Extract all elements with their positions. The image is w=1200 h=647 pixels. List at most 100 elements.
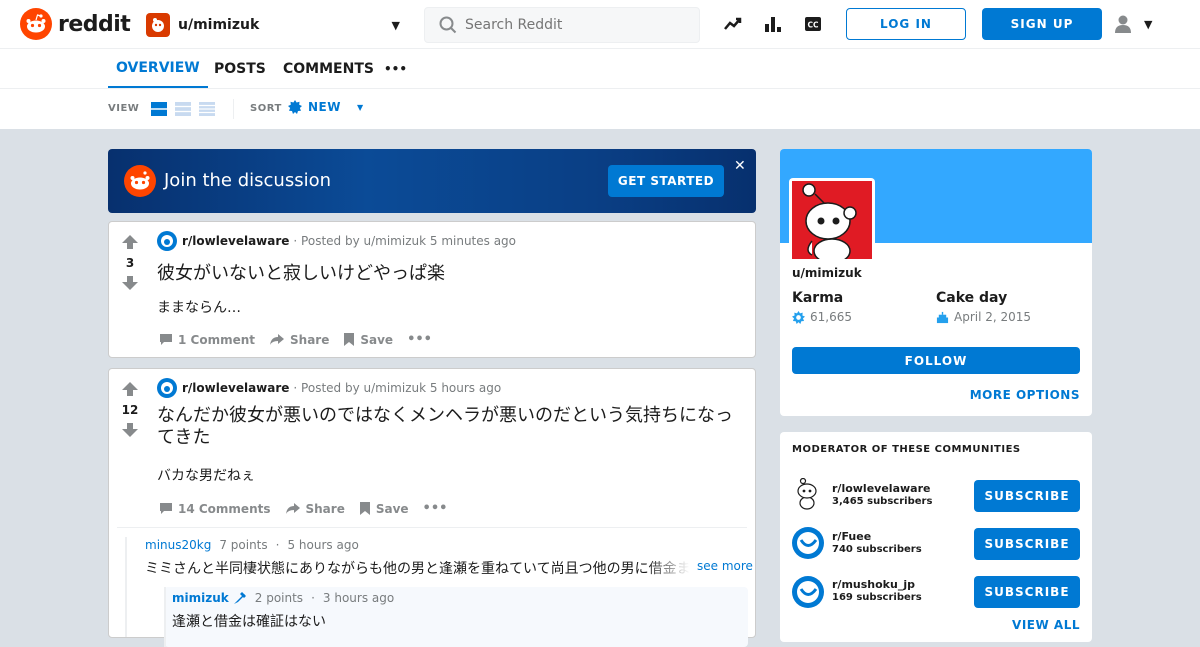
community-subs: 3,465 subscribers — [832, 496, 933, 507]
vote-count: 3 — [125, 256, 135, 270]
compact-view-icon[interactable] — [198, 101, 216, 117]
karma-label: Karma — [792, 290, 844, 306]
post-body: ままならん… — [157, 300, 241, 316]
profile-username: u/mimizuk — [792, 266, 862, 280]
cakeday-label: Cake day — [936, 290, 1008, 306]
more-options-icon[interactable]: ••• — [407, 332, 432, 347]
community-name[interactable]: r/lowlevelaware — [832, 482, 930, 495]
user-dropdown[interactable]: u/mimizuk ▼ — [146, 12, 400, 38]
reddit-logo[interactable]: reddit — [20, 8, 131, 40]
comments-button[interactable]: 14 Comments — [159, 502, 271, 516]
follow-button[interactable]: FOLLOW — [792, 347, 1080, 374]
save-button[interactable]: Save — [359, 501, 409, 516]
search-box[interactable] — [424, 7, 700, 43]
save-button[interactable]: Save — [343, 332, 393, 347]
community-subs: 169 subscribers — [832, 592, 922, 603]
svg-text:CC: CC — [807, 21, 819, 30]
post-body: バカな男だねぇ — [157, 468, 255, 484]
tab-comments[interactable]: COMMENTS — [275, 49, 382, 88]
post-title[interactable]: なんだか彼女が悪いのではなくメンヘラが悪いのだという気持ちになってきた — [157, 405, 747, 449]
karma-value-row: 61,665 — [792, 310, 852, 324]
classic-view-icon[interactable] — [174, 101, 192, 117]
subreddit-icon[interactable] — [157, 378, 177, 398]
comment-meta: minus20kg 7 points · 5 hours ago — [145, 538, 359, 552]
share-button[interactable]: Share — [269, 333, 329, 347]
moderator-title: MODERATOR OF THESE COMMUNITIES — [792, 444, 1021, 455]
trending-icon[interactable] — [724, 15, 742, 33]
search-input[interactable] — [465, 17, 685, 33]
downvote-icon[interactable] — [121, 275, 139, 291]
tab-overview[interactable]: OVERVIEW — [108, 49, 208, 88]
get-started-button[interactable]: GET STARTED — [608, 165, 724, 197]
comment-author[interactable]: mimizuk — [172, 591, 229, 605]
divider — [233, 99, 234, 119]
share-button[interactable]: Share — [285, 502, 345, 516]
share-icon — [285, 503, 300, 514]
sort-dropdown[interactable]: NEW ▼ — [288, 100, 363, 114]
banner-text: Join the discussion — [164, 170, 332, 191]
moderator-card: MODERATOR OF THESE COMMUNITIES r/lowleve… — [780, 432, 1092, 642]
signup-button[interactable]: SIGN UP — [982, 8, 1102, 40]
subscribe-button[interactable]: SUBSCRIBE — [974, 528, 1080, 560]
comment-text: ミミさんと半同棲状態にありながらも他の男と逢瀬を重ねていて尚且つ他の男に借金まで — [145, 561, 690, 577]
community-icon — [792, 527, 824, 559]
view-sort-bar: VIEW SORT NEW ▼ — [0, 89, 1200, 129]
subscribe-button[interactable]: SUBSCRIBE — [974, 576, 1080, 608]
tab-posts[interactable]: POSTS — [206, 49, 274, 88]
stats-icon[interactable] — [764, 15, 782, 33]
search-icon — [439, 16, 457, 34]
comments-button[interactable]: 1 Comment — [159, 333, 255, 347]
comment-time: 3 hours ago — [322, 591, 395, 605]
community-name[interactable]: r/mushoku_jp — [832, 578, 915, 591]
bookmark-icon — [359, 502, 370, 515]
sort-label: SORT — [250, 103, 282, 114]
comments-label: 1 Comment — [178, 332, 256, 347]
karma-value: 61,665 — [810, 310, 852, 324]
user-menu[interactable]: ▼ — [1114, 14, 1152, 34]
snoo-avatar-icon — [792, 181, 872, 264]
posted-by: · Posted by u/mimizuk 5 hours ago — [293, 381, 502, 395]
karma-icon — [792, 310, 805, 324]
comment-points: 7 points — [219, 538, 268, 552]
profile-tabs: OVERVIEW POSTS COMMENTS ••• — [0, 49, 1200, 89]
user-icon — [1115, 15, 1131, 33]
save-label: Save — [375, 501, 409, 516]
cakeday-value-row: April 2, 2015 — [936, 310, 1031, 324]
top-header: reddit u/mimizuk ▼ CC LOG IN SIGN UP ▼ — [0, 0, 1200, 49]
subscribe-button[interactable]: SUBSCRIBE — [974, 480, 1080, 512]
view-label: VIEW — [108, 103, 140, 114]
more-tabs-button[interactable]: ••• — [378, 49, 413, 88]
more-options-link[interactable]: MORE OPTIONS — [970, 388, 1080, 402]
chevron-down-icon: ▼ — [356, 102, 364, 112]
comments-label: 14 Comments — [178, 501, 271, 516]
comment-text: 逢瀬と借金は確証はない — [172, 614, 326, 630]
comment-author[interactable]: minus20kg — [145, 538, 211, 552]
see-more-link[interactable]: see more — [697, 559, 753, 573]
card-view-icon[interactable] — [150, 101, 168, 117]
community-name[interactable]: r/Fuee — [832, 530, 871, 543]
new-sort-icon — [288, 100, 302, 114]
upvote-icon[interactable] — [121, 234, 139, 250]
subreddit-icon — [792, 576, 824, 608]
post-card[interactable]: 3 r/lowlevelaware · Posted by u/mimizuk … — [108, 221, 756, 358]
subreddit-icon[interactable] — [157, 231, 177, 251]
bookmark-icon — [344, 333, 355, 346]
chevron-down-icon: ▼ — [1144, 17, 1153, 31]
post-meta: r/lowlevelaware · Posted by u/mimizuk 5 … — [157, 231, 516, 251]
reply-comment: mimizuk 2 points · 3 hours ago 逢瀬と借金は確証は… — [164, 587, 748, 647]
subreddit-link[interactable]: r/lowlevelaware — [182, 381, 289, 395]
post-actions: 14 Comments Share Save ••• — [159, 501, 447, 516]
close-icon[interactable]: ✕ — [734, 158, 746, 174]
more-options-icon[interactable]: ••• — [423, 501, 448, 516]
chevron-down-icon: ▼ — [391, 18, 400, 32]
downvote-icon[interactable] — [121, 422, 139, 438]
login-button[interactable]: LOG IN — [846, 8, 966, 40]
subreddit-link[interactable]: r/lowlevelaware — [182, 234, 289, 248]
cakeday-value: April 2, 2015 — [954, 310, 1032, 324]
post-meta: r/lowlevelaware · Posted by u/mimizuk 5 … — [157, 378, 501, 398]
save-label: Save — [360, 332, 394, 347]
captions-icon[interactable]: CC — [804, 16, 822, 32]
post-card[interactable]: 12 r/lowlevelaware · Posted by u/mimizuk… — [108, 368, 756, 647]
upvote-icon[interactable] — [121, 381, 139, 397]
post-title[interactable]: 彼女がいないと寂しいけどやっぱ楽 — [157, 259, 445, 285]
